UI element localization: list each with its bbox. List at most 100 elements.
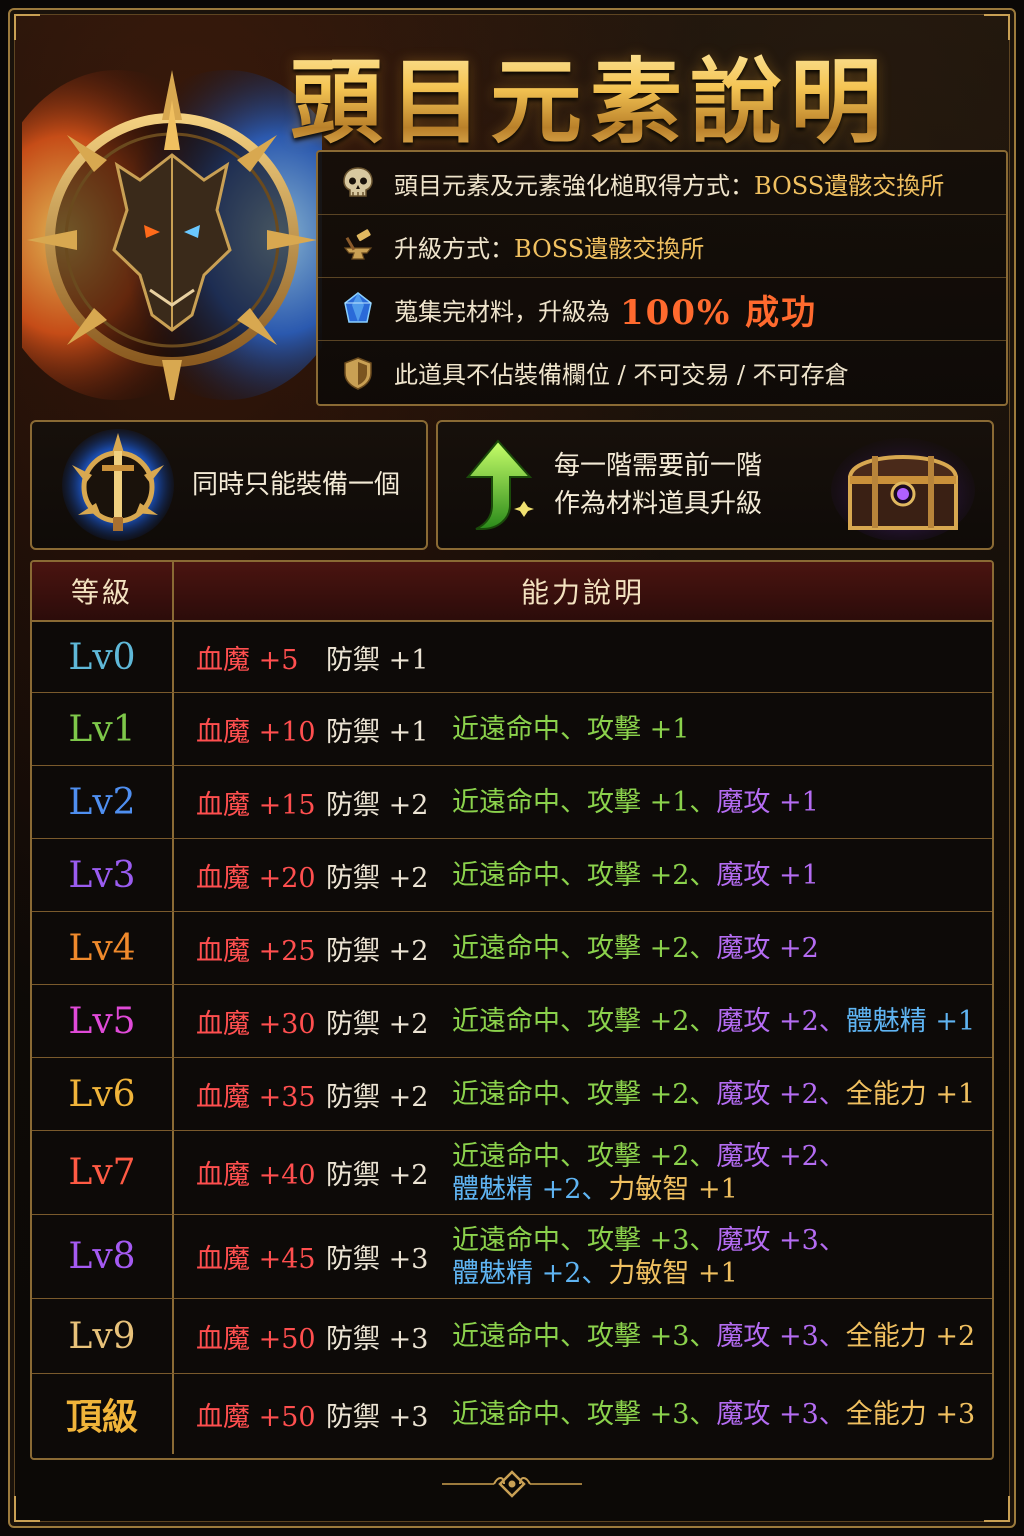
level-cell: Lv2 xyxy=(32,766,174,838)
desc-cell: 血魔 +20 防禦 +2 近遠命中、攻擊 +2、魔攻 +1 xyxy=(174,839,992,911)
desc-cell: 血魔 +40 防禦 +2 近遠命中、攻擊 +2、魔攻 +2、 體魅精 +2、力敏智 +… xyxy=(174,1131,992,1214)
bonus-segment: 近遠命中、攻擊 +1 xyxy=(452,713,690,745)
bonus-segment: 全能力 +2 xyxy=(845,1320,976,1352)
feature-tier-text: 每一階需要前一階 作為材料道具升級 xyxy=(554,447,762,523)
hp-mp-bonus: 血魔 +20 xyxy=(196,862,316,894)
level-cell: Lv4 xyxy=(32,912,174,984)
info-row-upgrade: 升級方式： BOSS遺骸交換所 xyxy=(318,215,1006,278)
defense-bonus: 防禦 +2 xyxy=(326,1081,429,1113)
extra-bonus: 近遠命中、攻擊 +2、魔攻 +1 xyxy=(452,859,819,892)
bonus-segment: 近遠命中、攻擊 +2、 xyxy=(452,1005,717,1037)
treasure-chest-icon xyxy=(831,438,975,540)
note-text: 此道具不佔裝備欄位 / 不可交易 / 不可存倉 xyxy=(394,361,849,389)
feature-tier-line2: 作為材料道具升級 xyxy=(554,489,763,519)
table-row: Lv4 血魔 +25 防禦 +2 近遠命中、攻擊 +2、魔攻 +2 xyxy=(32,912,992,985)
bonus-segment: 魔攻 +2、 xyxy=(716,1078,846,1110)
upgrade-value: BOSS遺骸交換所 xyxy=(514,234,705,263)
feature-equip-text: 同時只能裝備一個 xyxy=(192,470,401,500)
hp-mp-bonus: 血魔 +10 xyxy=(196,716,316,748)
extra-bonus: 近遠命中、攻擊 +3、魔攻 +3、全能力 +3 xyxy=(452,1398,975,1431)
bonus-segment: 魔攻 +3、 xyxy=(716,1224,846,1256)
extra-bonus-line: 體魅精 +2、力敏智 +1 xyxy=(452,1257,846,1290)
bonus-segment: 體魅精 +2、 xyxy=(452,1257,609,1289)
crystal-icon xyxy=(344,292,372,323)
bonus-segment: 近遠命中、攻擊 +3、 xyxy=(452,1224,717,1256)
success-value: 100% 成功 xyxy=(620,292,818,333)
table-body: Lv0 血魔 +5 防禦 +1 Lv1 血魔 +10 防禦 +1 近遠命中、攻擊 +1 Lv2… xyxy=(32,622,992,1454)
hp-mp-bonus: 血魔 +15 xyxy=(196,789,316,821)
hp-mp-bonus: 血魔 +50 xyxy=(196,1323,316,1355)
feature-equip-one: 同時只能裝備一個 xyxy=(30,420,428,550)
table-row: Lv0 血魔 +5 防禦 +1 xyxy=(32,622,992,693)
feature-tier-upgrade: 每一階需要前一階 作為材料道具升級 xyxy=(436,420,994,550)
extra-bonus-line: 近遠命中、攻擊 +1、魔攻 +1 xyxy=(452,786,819,819)
extra-bonus-line: 近遠命中、攻擊 +1 xyxy=(452,713,689,746)
table-row: Lv8 血魔 +45 防禦 +3 近遠命中、攻擊 +3、魔攻 +3、 體魅精 +2、力敏… xyxy=(32,1215,992,1299)
shield-icon xyxy=(344,356,372,390)
defense-bonus: 防禦 +3 xyxy=(326,1323,429,1355)
obtain-value: BOSS遺骸交換所 xyxy=(754,171,945,200)
hp-mp-bonus: 血魔 +30 xyxy=(196,1008,316,1040)
bonus-segment: 魔攻 +2 xyxy=(716,932,819,964)
table-row: Lv2 血魔 +15 防禦 +2 近遠命中、攻擊 +1、魔攻 +1 xyxy=(32,766,992,839)
bonus-segment: 魔攻 +3、 xyxy=(716,1398,846,1430)
hp-mp-bonus: 血魔 +45 xyxy=(196,1244,316,1275)
extra-bonus: 近遠命中、攻擊 +1 xyxy=(452,713,689,746)
defense-bonus: 防禦 +2 xyxy=(326,862,429,894)
header-desc: 能力說明 xyxy=(520,576,645,609)
bonus-segment: 全能力 +3 xyxy=(845,1398,976,1430)
hp-mp-bonus: 血魔 +25 xyxy=(196,935,316,967)
defense-bonus: 防禦 +1 xyxy=(326,716,429,748)
footer-ornament-icon xyxy=(442,1470,582,1498)
extra-bonus-line: 近遠命中、攻擊 +2、魔攻 +2、 xyxy=(452,1140,846,1173)
bonus-segment: 力敏智 +1 xyxy=(608,1257,738,1289)
info-panel: 頭目元素及元素強化槌取得方式： BOSS遺骸交換所 升級方式： BOSS遺骸交換… xyxy=(316,150,1008,406)
defense-bonus: 防禦 +3 xyxy=(326,1244,429,1275)
defense-bonus: 防禦 +2 xyxy=(326,789,429,821)
defense-bonus: 防禦 +1 xyxy=(326,644,429,676)
bonus-segment: 近遠命中、攻擊 +2、 xyxy=(452,859,717,891)
desc-cell: 血魔 +50 防禦 +3 近遠命中、攻擊 +3、魔攻 +3、全能力 +2 xyxy=(174,1299,992,1373)
extra-bonus-line: 近遠命中、攻擊 +2、魔攻 +2、體魅精 +1 xyxy=(452,1005,975,1038)
anvil-hammer-icon xyxy=(343,229,373,260)
level-cell: 頂級 xyxy=(32,1374,174,1454)
extra-bonus: 近遠命中、攻擊 +2、魔攻 +2、 體魅精 +2、力敏智 +1 xyxy=(452,1140,846,1206)
bonus-segment: 體魅精 +1 xyxy=(845,1005,976,1037)
level-table: 等級 能力說明 Lv0 血魔 +5 防禦 +1 Lv1 血魔 +10 防禦 +1 近遠命中、… xyxy=(30,560,994,1460)
page-title: 頭目元素說明 xyxy=(270,28,910,161)
extra-bonus-line: 近遠命中、攻擊 +3、魔攻 +3、全能力 +2 xyxy=(452,1320,975,1353)
extra-bonus: 近遠命中、攻擊 +1、魔攻 +1 xyxy=(452,786,819,819)
desc-cell: 血魔 +15 防禦 +2 近遠命中、攻擊 +1、魔攻 +1 xyxy=(174,766,992,838)
bonus-segment: 全能力 +1 xyxy=(845,1078,976,1110)
desc-cell: 血魔 +45 防禦 +3 近遠命中、攻擊 +3、魔攻 +3、 體魅精 +2、力敏智 +… xyxy=(174,1215,992,1298)
extra-bonus-line: 近遠命中、攻擊 +2、魔攻 +1 xyxy=(452,859,819,892)
extra-bonus-line: 近遠命中、攻擊 +2、魔攻 +2、全能力 +1 xyxy=(452,1078,975,1111)
desc-cell: 血魔 +25 防禦 +2 近遠命中、攻擊 +2、魔攻 +2 xyxy=(174,912,992,984)
extra-bonus: 近遠命中、攻擊 +3、魔攻 +3、 體魅精 +2、力敏智 +1 xyxy=(452,1224,846,1290)
defense-bonus: 防禦 +2 xyxy=(326,935,429,967)
hp-mp-bonus: 血魔 +40 xyxy=(196,1160,316,1191)
frame-corner xyxy=(14,14,40,40)
defense-bonus: 防禦 +3 xyxy=(326,1401,429,1433)
frame-corner xyxy=(14,1496,40,1522)
level-cell: Lv0 xyxy=(32,622,174,692)
up-arrow-icon xyxy=(465,439,534,530)
bonus-segment: 魔攻 +2、 xyxy=(716,1140,846,1172)
level-cell: Lv3 xyxy=(32,839,174,911)
extra-bonus: 近遠命中、攻擊 +2、魔攻 +2、體魅精 +1 xyxy=(452,1005,975,1038)
level-cell: Lv8 xyxy=(32,1215,174,1298)
skull-icon xyxy=(343,167,373,197)
feature-tier-line1: 每一階需要前一階 xyxy=(554,451,763,481)
defense-bonus: 防禦 +2 xyxy=(326,1160,429,1191)
bonus-segment: 魔攻 +1 xyxy=(716,786,819,818)
bonus-segment: 近遠命中、攻擊 +2、 xyxy=(452,1078,717,1110)
hp-mp-bonus: 血魔 +50 xyxy=(196,1401,316,1433)
bonus-segment: 力敏智 +1 xyxy=(608,1173,738,1205)
bonus-segment: 近遠命中、攻擊 +1、 xyxy=(452,786,717,818)
info-row-success: 蒐集完材料，升級為 100% 成功 xyxy=(318,278,1006,341)
bonus-segment: 近遠命中、攻擊 +3、 xyxy=(452,1320,717,1352)
desc-cell: 血魔 +5 防禦 +1 xyxy=(174,622,992,692)
success-label: 蒐集完材料，升級為 xyxy=(394,297,610,326)
desc-cell: 血魔 +10 防禦 +1 近遠命中、攻擊 +1 xyxy=(174,693,992,765)
level-cell: Lv6 xyxy=(32,1058,174,1130)
